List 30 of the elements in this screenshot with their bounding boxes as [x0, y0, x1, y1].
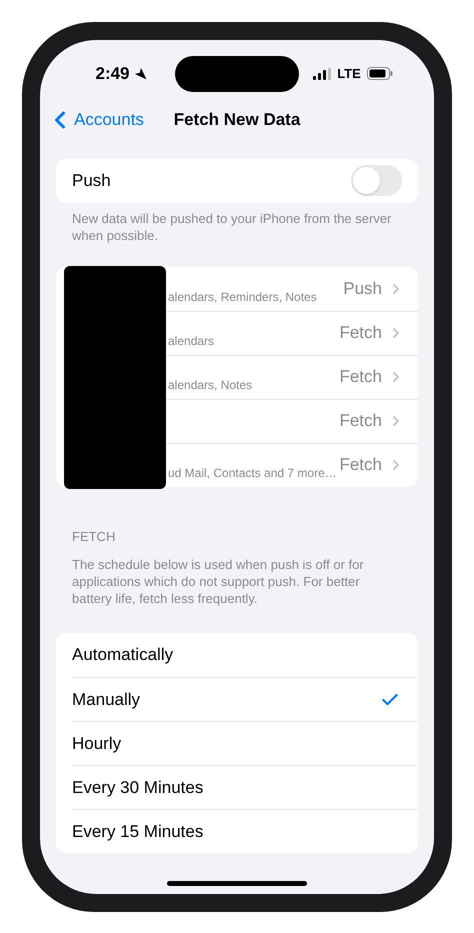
account-row[interactable]: alendars Fetch — [168, 312, 418, 354]
location-arrow-icon — [134, 67, 147, 80]
account-subtitle: ud Mail, Contacts and 7 more… — [168, 466, 337, 480]
network-label: LTE — [337, 64, 361, 83]
push-footer: New data will be pushed to your iPhone from the server when possible. — [40, 210, 434, 244]
push-toggle[interactable] — [351, 165, 402, 196]
battery-icon — [366, 67, 393, 80]
account-row[interactable]: Fetch — [168, 400, 418, 442]
account-row[interactable]: alendars, Notes Fetch — [168, 356, 418, 398]
fetch-description: The schedule below is used when push is off or for applications which do not support push. For better battery life, fetch less frequently. — [71, 556, 365, 607]
push-label: Push — [72, 170, 111, 192]
back-button[interactable]: Accounts — [46, 106, 174, 134]
fetch-option[interactable]: Automatically — [56, 633, 418, 677]
clock-time: 2:49 — [95, 62, 130, 85]
page-title: Fetch New Data — [174, 108, 300, 131]
account-fetch-value: Fetch — [339, 366, 382, 388]
fetch-option[interactable]: Manually — [72, 677, 418, 721]
account-subtitle: alendars, Reminders, Notes — [168, 290, 317, 304]
account-fetch-value: Fetch — [339, 454, 382, 476]
fetch-option[interactable]: Hourly — [72, 721, 418, 765]
account-subtitle: alendars, Notes — [168, 378, 252, 392]
account-fetch-value: Push — [343, 278, 382, 300]
account-fetch-value: Fetch — [339, 322, 382, 344]
account-subtitle: alendars — [168, 334, 214, 348]
fetch-option[interactable]: Every 30 Minutes — [72, 765, 418, 809]
fetch-header: FETCH — [71, 528, 116, 546]
signal-icon — [313, 68, 332, 80]
account-fetch-value: Fetch — [339, 410, 382, 432]
fetch-option[interactable]: Every 15 Minutes — [72, 809, 418, 853]
account-row[interactable]: alendars, Reminders, Notes Push — [168, 266, 418, 310]
